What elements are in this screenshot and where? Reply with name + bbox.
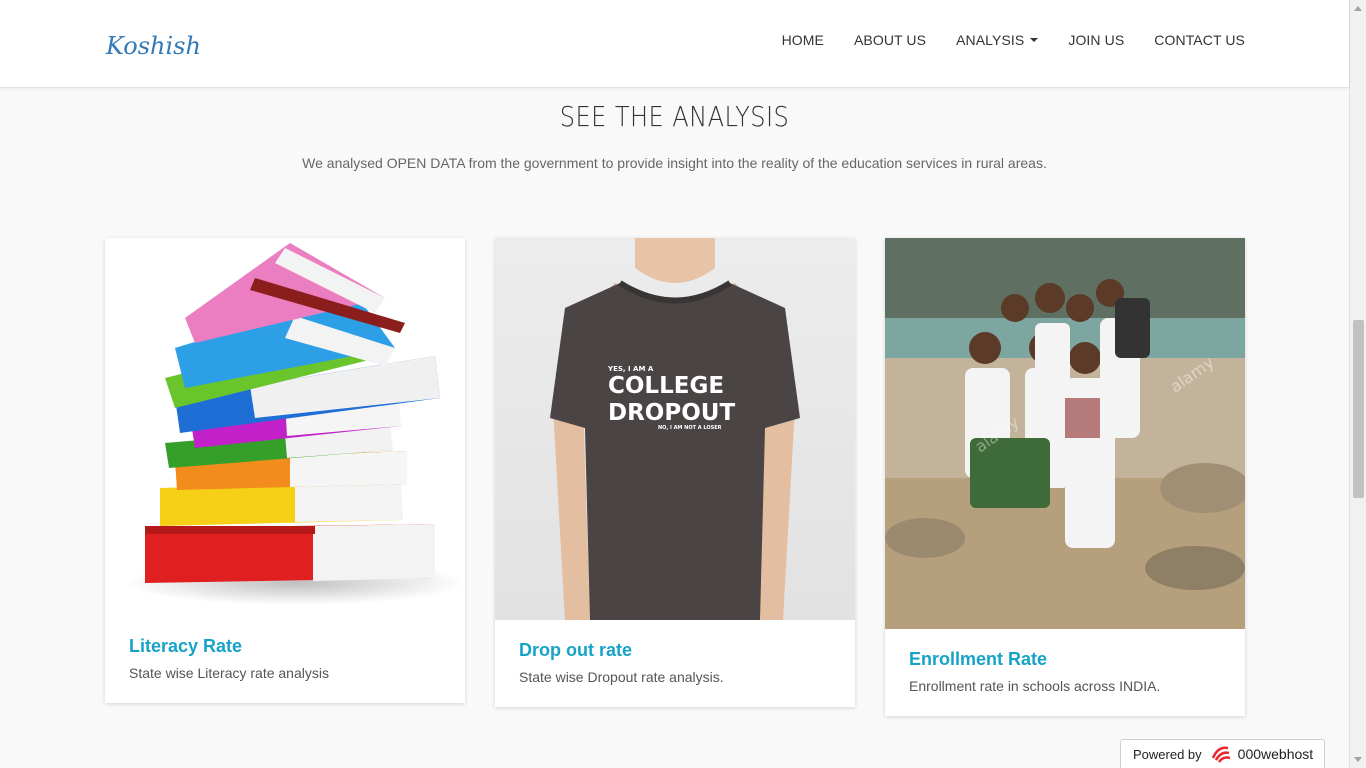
nav-item-label: JOIN US [1068, 32, 1125, 48]
children-photo-illustration: alamy alamy [885, 238, 1245, 629]
section-title: SEE THE ANALYSIS [559, 100, 790, 133]
card-description: State wise Dropout rate analysis. [519, 669, 724, 685]
nav-item-about-us[interactable]: ABOUT US [854, 32, 926, 48]
scroll-up-arrow-icon[interactable] [1354, 6, 1362, 11]
brand-logo[interactable]: Koshish [106, 32, 201, 60]
tshirt-illustration: YES, I AM A COLLEGE DROPOUT NO, I AM NOT… [550, 238, 800, 620]
powered-by-host: 000webhost [1237, 746, 1314, 762]
card-title[interactable]: Drop out rate [519, 640, 831, 661]
card-dropout-rate[interactable]: YES, I AM A COLLEGE DROPOUT NO, I AM NOT… [495, 238, 855, 707]
card-description: Enrollment rate in schools across INDIA. [909, 678, 1161, 694]
top-navbar: Koshish HOME ABOUT US ANALYSIS JOIN US C… [0, 0, 1349, 88]
shirt-line2-text: DROPOUT [608, 400, 735, 426]
nav-item-contact-us[interactable]: CONTACT US [1154, 32, 1245, 48]
nav-item-label: ANALYSIS [956, 32, 1025, 48]
shirt-small-top-text: YES, I AM A [607, 365, 654, 373]
main-nav: HOME ABOUT US ANALYSIS JOIN US CONTACT U… [752, 32, 1245, 48]
vertical-scrollbar[interactable] [1349, 0, 1366, 768]
college-dropout-tshirt-image: YES, I AM A COLLEGE DROPOUT NO, I AM NOT… [495, 238, 855, 620]
card-title[interactable]: Enrollment Rate [909, 649, 1221, 670]
scroll-down-arrow-icon[interactable] [1354, 757, 1362, 762]
nav-item-home[interactable]: HOME [782, 32, 824, 48]
card-title[interactable]: Literacy Rate [129, 636, 441, 657]
card-literacy-rate[interactable]: Literacy Rate State wise Literacy rate a… [105, 238, 465, 703]
school-children-image: alamy alamy [885, 238, 1245, 629]
caret-down-icon [1030, 38, 1039, 42]
powered-by-badge[interactable]: Powered by 000webhost [1120, 739, 1325, 768]
powered-by-label: Powered by [1133, 746, 1202, 762]
nav-item-label: HOME [781, 32, 824, 48]
stack-of-books-image [105, 238, 465, 618]
section-subtitle: We analysed OPEN DATA from the governmen… [302, 155, 1047, 171]
000webhost-logo-icon [1211, 746, 1230, 763]
nav-item-label: ABOUT US [853, 32, 927, 48]
books-illustration [125, 243, 465, 605]
card-enrollment-rate[interactable]: alamy alamy Enrollment Rate Enrollment r… [885, 238, 1245, 716]
nav-item-label: CONTACT US [1154, 32, 1245, 48]
shirt-small-bottom-text: NO, I AM NOT A LOSER [658, 425, 722, 431]
card-description: State wise Literacy rate analysis [129, 665, 329, 681]
scrollbar-thumb[interactable] [1353, 320, 1364, 498]
shirt-line1-text: COLLEGE [608, 373, 724, 399]
nav-item-analysis-dropdown[interactable]: ANALYSIS [956, 32, 1039, 48]
nav-item-join-us[interactable]: JOIN US [1068, 32, 1124, 48]
